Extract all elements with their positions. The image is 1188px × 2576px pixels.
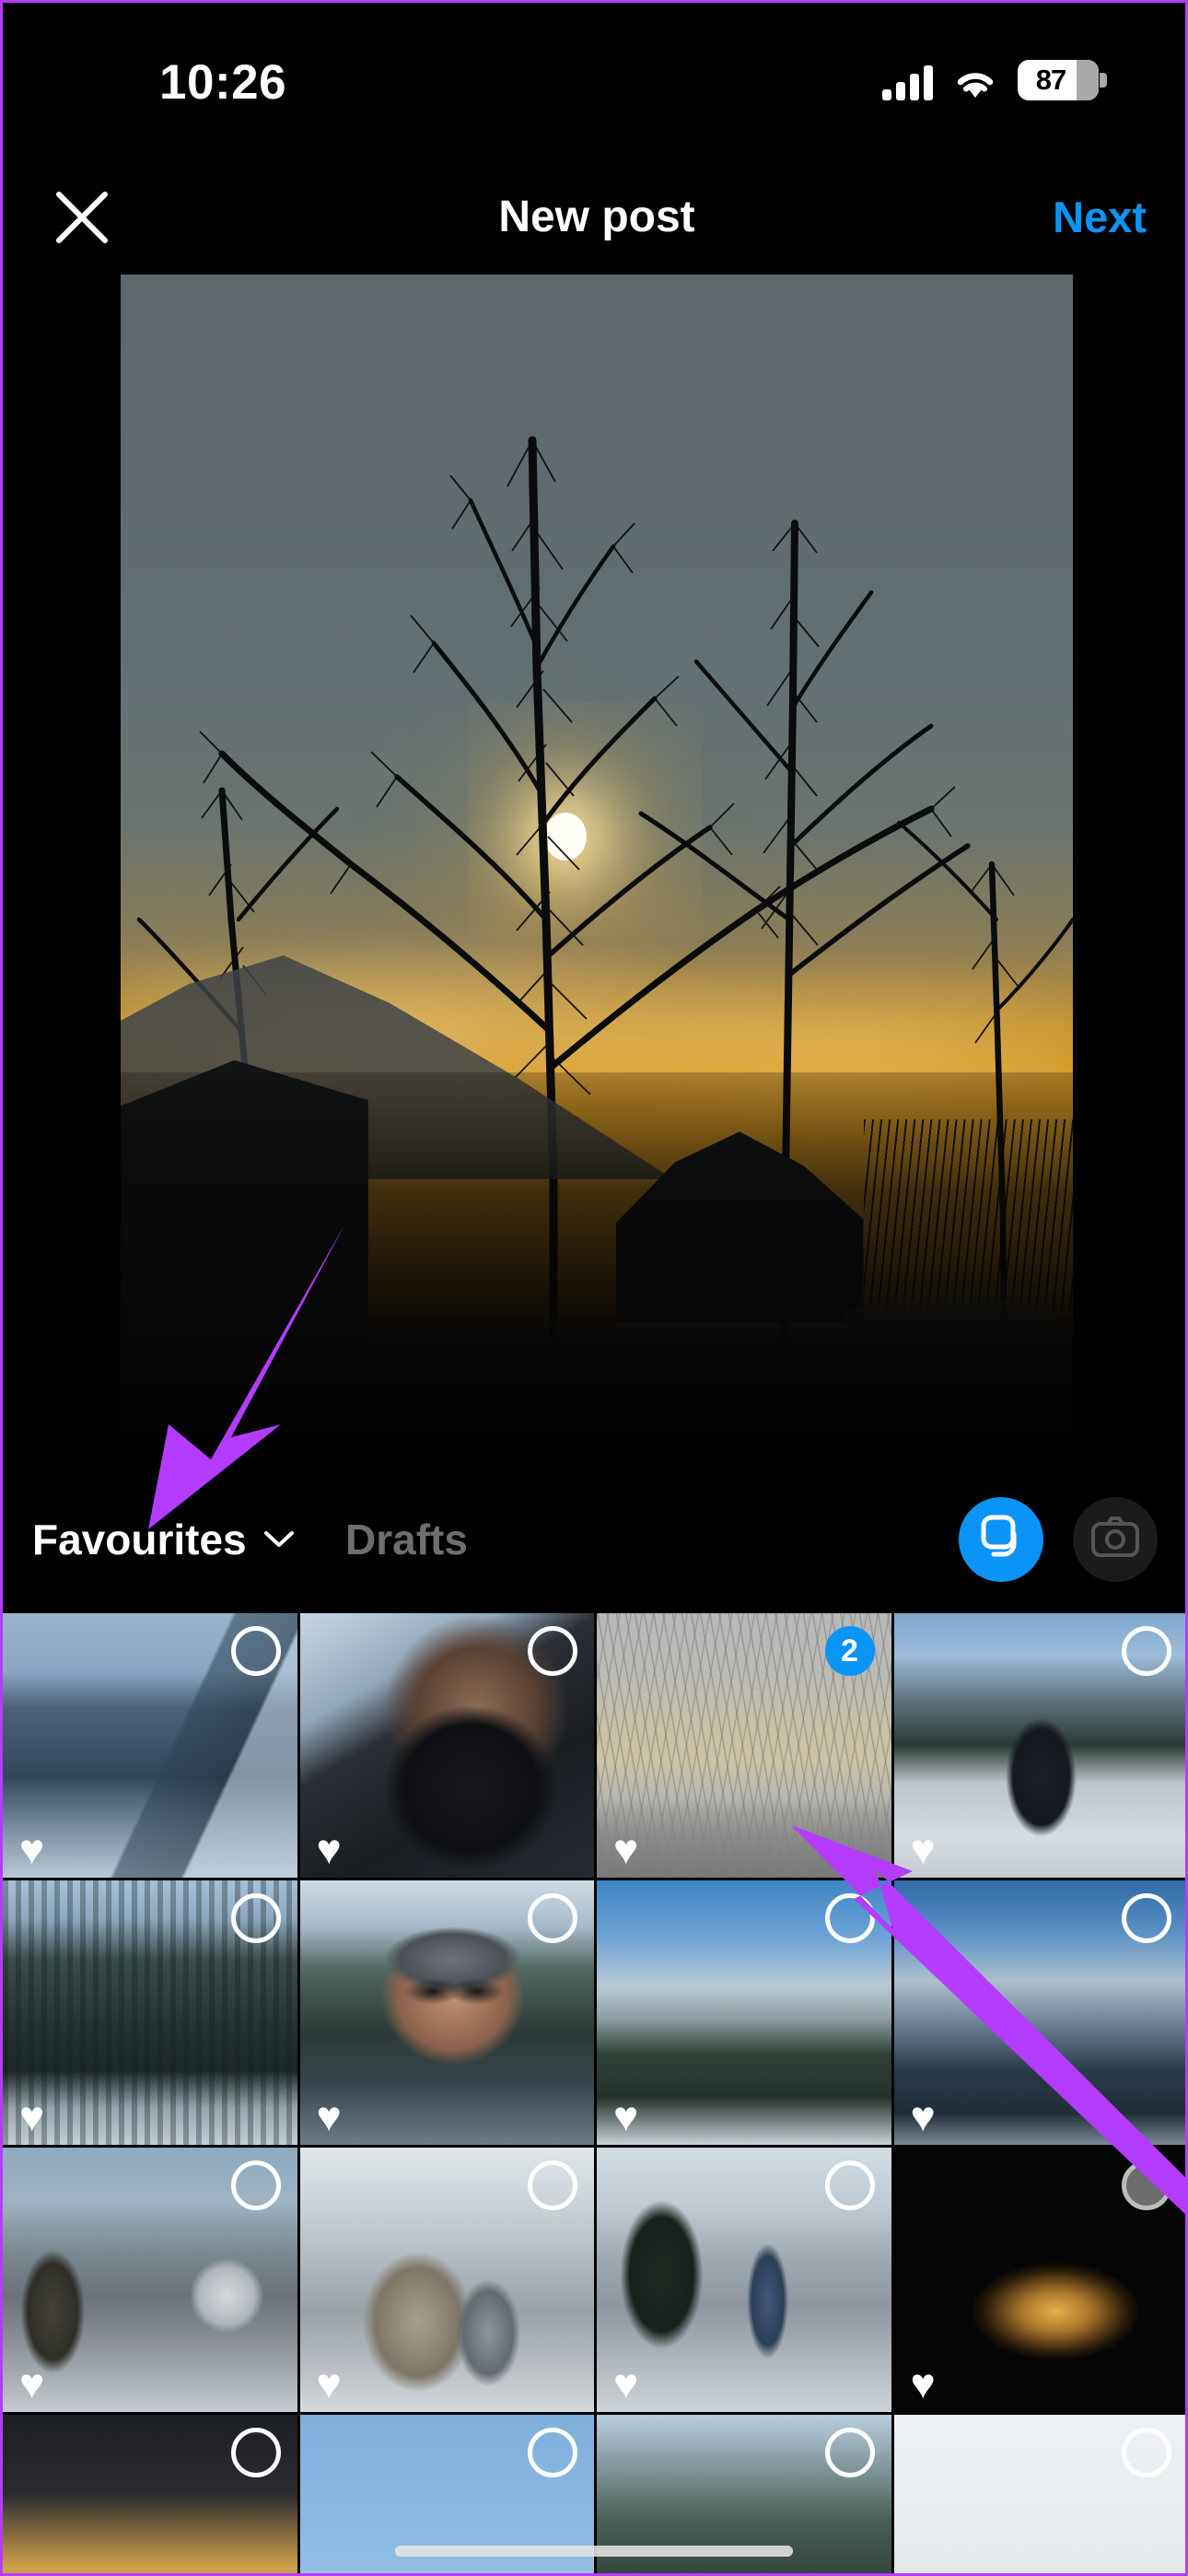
photo-checkbox[interactable] xyxy=(528,1893,577,1943)
gallery-toolbar: Favourites Drafts xyxy=(3,1465,1185,1613)
camera-button[interactable] xyxy=(1073,1496,1158,1582)
photo-checkbox[interactable] xyxy=(528,1626,577,1676)
home-indicator xyxy=(395,2546,793,2557)
cellular-signal-icon xyxy=(882,65,933,100)
photo-checkbox[interactable] xyxy=(1122,2160,1171,2210)
table-row[interactable]: ♥ xyxy=(893,1613,1185,1880)
table-row[interactable]: ♥ xyxy=(3,2148,300,2415)
favourite-heart-icon: ♥ xyxy=(19,2359,45,2407)
photo-checkbox[interactable] xyxy=(528,2160,577,2210)
favourite-heart-icon: ♥ xyxy=(316,1825,342,1873)
photo-checkbox[interactable] xyxy=(1122,1893,1171,1943)
favourite-heart-icon: ♥ xyxy=(613,1825,639,1873)
status-bar-indicators: 87 xyxy=(882,60,1107,100)
table-row[interactable]: ♥ xyxy=(3,1880,300,2148)
album-selector[interactable]: Favourites xyxy=(32,1515,295,1564)
photo-checkbox[interactable] xyxy=(1122,1626,1171,1676)
favourite-heart-icon: ♥ xyxy=(19,2092,45,2140)
chevron-down-icon xyxy=(263,1528,295,1555)
photo-checkbox-selected[interactable]: 2 xyxy=(824,1626,875,1676)
status-bar-time: 10:26 xyxy=(159,55,287,110)
table-row[interactable]: ♥ xyxy=(299,2148,597,2415)
table-row[interactable]: ♥ xyxy=(299,1613,597,1880)
navigation-bar: New post Next xyxy=(3,159,1185,275)
favourite-heart-icon: ♥ xyxy=(613,2359,639,2407)
table-row[interactable]: ♥ xyxy=(3,1613,300,1880)
album-label: Favourites xyxy=(32,1515,247,1563)
table-row[interactable]: ♥ xyxy=(893,2148,1185,2415)
favourite-heart-icon: ♥ xyxy=(19,1825,45,1873)
next-button[interactable]: Next xyxy=(1053,192,1147,242)
favourite-heart-icon: ♥ xyxy=(316,2092,342,2140)
favourite-heart-icon: ♥ xyxy=(910,2092,936,2140)
photo-checkbox[interactable] xyxy=(230,1893,281,1943)
wifi-icon xyxy=(953,67,997,100)
preview-image xyxy=(121,275,1073,1465)
table-row[interactable] xyxy=(893,2415,1185,2573)
tab-drafts[interactable]: Drafts xyxy=(345,1515,468,1564)
battery-percent-label: 87 xyxy=(1035,64,1066,96)
multi-select-button[interactable] xyxy=(959,1496,1043,1582)
camera-icon xyxy=(1090,1515,1140,1563)
table-row[interactable]: ♥ xyxy=(597,1880,894,2148)
favourite-heart-icon: ♥ xyxy=(910,1825,936,1873)
table-row[interactable]: ♥ xyxy=(893,1880,1185,2148)
photo-checkbox[interactable] xyxy=(824,1893,875,1943)
photo-checkbox[interactable] xyxy=(824,2428,875,2477)
table-row[interactable]: ♥ xyxy=(597,2148,894,2415)
selected-photo-preview[interactable] xyxy=(121,275,1073,1465)
favourite-heart-icon: ♥ xyxy=(316,2359,342,2407)
status-bar: 10:26 87 xyxy=(3,3,1185,159)
instagram-new-post-screen: 10:26 87 New post Next Favourites Drafts… xyxy=(0,0,1188,2576)
photo-checkbox[interactable] xyxy=(230,2160,281,2210)
photo-grid[interactable]: ♥ ♥ 2 ♥ ♥ ♥ ♥ ♥ ♥ ♥ ♥ ♥ ♥ xyxy=(3,1613,1185,2573)
favourite-heart-icon: ♥ xyxy=(910,2359,936,2407)
photo-checkbox[interactable] xyxy=(230,1626,281,1676)
table-row-selected[interactable]: 2 ♥ xyxy=(597,1613,894,1880)
table-row[interactable] xyxy=(3,2415,300,2573)
photo-checkbox[interactable] xyxy=(1122,2428,1171,2477)
photo-checkbox[interactable] xyxy=(230,2428,281,2477)
favourite-heart-icon: ♥ xyxy=(613,2092,639,2140)
photo-checkbox[interactable] xyxy=(824,2160,875,2210)
battery-icon: 87 xyxy=(1018,60,1107,100)
multi-select-icon xyxy=(975,1511,1027,1567)
photo-checkbox[interactable] xyxy=(528,2428,577,2477)
close-icon[interactable] xyxy=(49,184,115,251)
page-title: New post xyxy=(498,193,695,241)
table-row[interactable]: ♥ xyxy=(299,1880,597,2148)
